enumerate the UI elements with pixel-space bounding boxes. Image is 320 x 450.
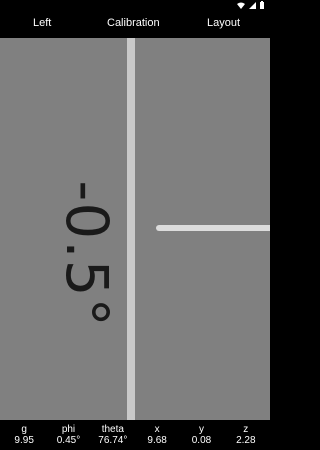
sensor-value: 9.95 [14,435,34,446]
horizontal-level-line [156,225,270,231]
toolbar: Left Calibration Layout [0,10,270,38]
sensor-y: y 0.08 [179,420,223,450]
left-button[interactable]: Left [33,17,51,29]
angle-readout: -0.5° [53,180,121,328]
sensor-label: x [154,424,160,435]
sensor-value: 9.68 [147,435,167,446]
sensor-theta: theta 76.74° [91,420,135,450]
sensor-x: x 9.68 [135,420,179,450]
sensor-label: z [243,424,249,435]
sensor-z: z 2.28 [224,420,268,450]
wifi-icon [237,2,245,9]
sensor-value: 2.28 [236,435,256,446]
status-icons [237,1,264,9]
sensor-value: 0.45° [56,435,81,446]
battery-icon [260,1,264,9]
signal-icon [249,1,256,9]
level-view: -0.5° [0,38,270,420]
calibration-button[interactable]: Calibration [107,17,160,29]
sensor-value: 0.08 [191,435,212,446]
sensor-value: 76.74° [98,435,128,446]
sensor-label: y [198,424,204,435]
sensor-phi: phi 0.45° [46,420,90,450]
sensor-label: theta [101,424,124,435]
vertical-reference-line [127,38,135,420]
status-bar [0,0,270,10]
sensor-bar: g 9.95 phi 0.45° theta 76.74° x 9.68 y 0… [0,420,270,450]
sensor-g: g 9.95 [2,420,46,450]
layout-button[interactable]: Layout [207,17,240,29]
sensor-label: g [21,424,27,435]
sensor-label: phi [61,424,76,435]
